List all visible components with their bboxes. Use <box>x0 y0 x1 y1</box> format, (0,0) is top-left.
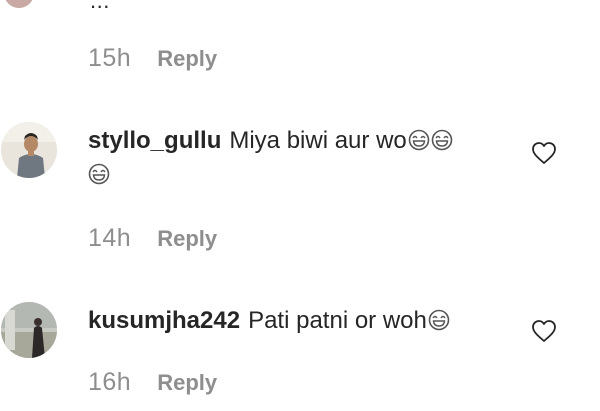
laughing-face-icon <box>431 129 453 151</box>
comment-time: 15h <box>88 44 132 72</box>
comment-time: 16h <box>88 368 132 396</box>
comment-message: Pati patni or woh <box>248 307 427 334</box>
comment-time: 14h <box>88 224 132 252</box>
comment-username[interactable]: kusumjha242 <box>88 307 240 334</box>
laughing-face-icon <box>88 163 110 185</box>
reply-button[interactable]: Reply <box>157 370 217 396</box>
avatar[interactable] <box>1 122 57 178</box>
comment-username[interactable]: styllo_gullu <box>88 127 221 154</box>
comment-text-partial: ... <box>90 0 110 13</box>
comment-meta: 14h Reply <box>88 224 217 253</box>
avatar-partial[interactable] <box>4 0 34 8</box>
reply-button[interactable]: Reply <box>157 46 217 72</box>
comment-body: kusumjha242 Pati patni or woh <box>88 304 508 338</box>
heart-outline-icon[interactable] <box>531 141 557 165</box>
laughing-face-icon <box>428 309 450 331</box>
laughing-face-icon <box>408 129 430 151</box>
comment-body: styllo_gullu Miya biwi aur wo <box>88 124 508 192</box>
heart-outline-icon[interactable] <box>531 319 557 343</box>
comment-message: Miya biwi aur wo <box>229 127 407 154</box>
avatar[interactable] <box>1 302 57 358</box>
reply-button[interactable]: Reply <box>157 226 217 252</box>
comment-meta: 15h Reply <box>88 44 217 73</box>
comment-meta: 16h Reply <box>88 368 217 397</box>
